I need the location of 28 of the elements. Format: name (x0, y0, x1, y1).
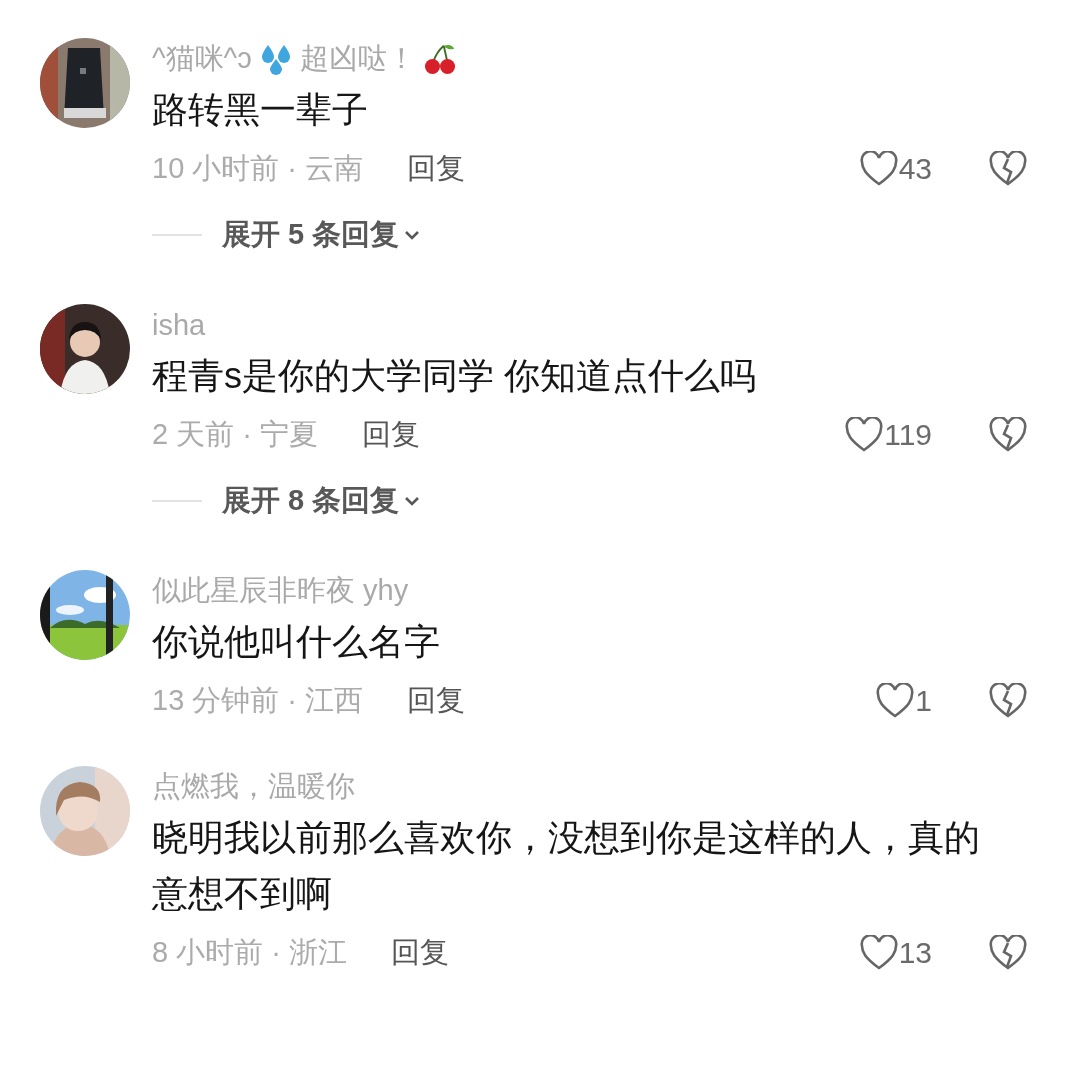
reply-button[interactable]: 回复 (390, 933, 449, 973)
timestamp-location: 2 天前 · 宁夏 (152, 417, 318, 452)
like-icon[interactable] (858, 151, 899, 187)
comment-text: 你说他叫什么名字 (152, 620, 441, 664)
broken-heart-icon[interactable] (988, 151, 1028, 187)
reply-button[interactable]: 回复 (407, 681, 466, 721)
like-count: 13 (898, 936, 932, 970)
like-count: 43 (898, 152, 932, 186)
chevron-down-icon (403, 229, 422, 241)
reply-button[interactable]: 回复 (407, 149, 466, 189)
timestamp-location: 13 分钟前 · 江西 (152, 683, 364, 718)
comment-text: 晓明我以前那么喜欢你，没想到你是这样的人，真的意想不到啊 (152, 816, 981, 916)
like-count: 119 (884, 418, 932, 452)
like-icon[interactable] (858, 935, 899, 971)
like-icon[interactable] (875, 683, 916, 719)
timestamp-location: 8 小时前 · 浙江 (152, 935, 347, 970)
timestamp-location: 10 小时前 · 云南 (152, 151, 364, 186)
like-count: 1 (915, 684, 932, 718)
comment-text: 程青s是你的大学同学 你知道点什么吗 (152, 354, 757, 398)
chevron-down-icon (403, 495, 422, 507)
broken-heart-icon[interactable] (988, 683, 1028, 719)
comment-text: 路转黑一辈子 (152, 88, 369, 132)
broken-heart-icon[interactable] (988, 935, 1028, 971)
expand-replies-button[interactable]: 展开 5 条回复 (222, 215, 422, 255)
like-icon[interactable] (844, 417, 885, 453)
broken-heart-icon[interactable] (988, 417, 1028, 453)
expand-replies-button[interactable]: 展开 8 条回复 (222, 481, 422, 521)
reply-button[interactable]: 回复 (361, 415, 420, 455)
